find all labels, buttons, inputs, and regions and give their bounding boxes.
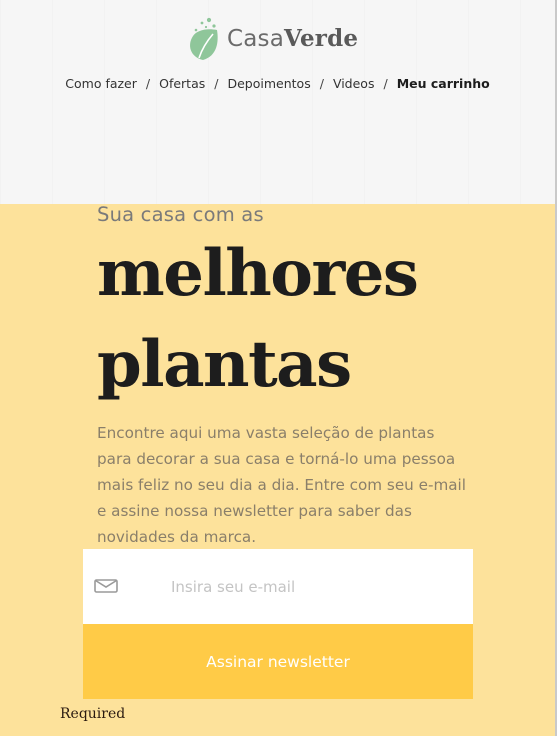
nav-separator: / (319, 76, 324, 91)
hero-subtitle: Sua casa com as (97, 203, 264, 226)
brand-name-bold: Verde (284, 24, 359, 52)
nav-link-videos[interactable]: Videos (333, 76, 375, 91)
email-field-container (83, 549, 473, 624)
nav-separator: / (145, 76, 151, 91)
nav-separator: / (214, 76, 219, 91)
brand-name: CasaVerde (227, 25, 358, 52)
nav-link-meu-carrinho[interactable]: Meu carrinho (397, 76, 490, 91)
hero-title-line2: plantas (97, 327, 352, 402)
main-nav: Como fazer / Ofertas / Depoimentos / Videos / Me… (0, 76, 555, 91)
envelope-icon (94, 579, 118, 593)
brand-name-light: Casa (227, 25, 285, 52)
hero-description: Encontre aqui uma vasta seleção de plant… (97, 424, 466, 546)
brand-logo[interactable]: CasaVerde (187, 14, 358, 62)
nav-link-ofertas[interactable]: Ofertas (159, 76, 205, 91)
email-input[interactable] (171, 549, 466, 624)
validation-message: Required (60, 706, 126, 722)
nav-separator: / (383, 76, 388, 91)
leaf-icon (190, 17, 218, 60)
subscribe-newsletter-button[interactable]: Assinar newsletter (83, 624, 473, 699)
nav-link-depoimentos[interactable]: Depoimentos (227, 76, 310, 91)
nav-link-como-fazer[interactable]: Como fazer (65, 76, 137, 91)
hero-title-line1: melhores (97, 236, 419, 311)
